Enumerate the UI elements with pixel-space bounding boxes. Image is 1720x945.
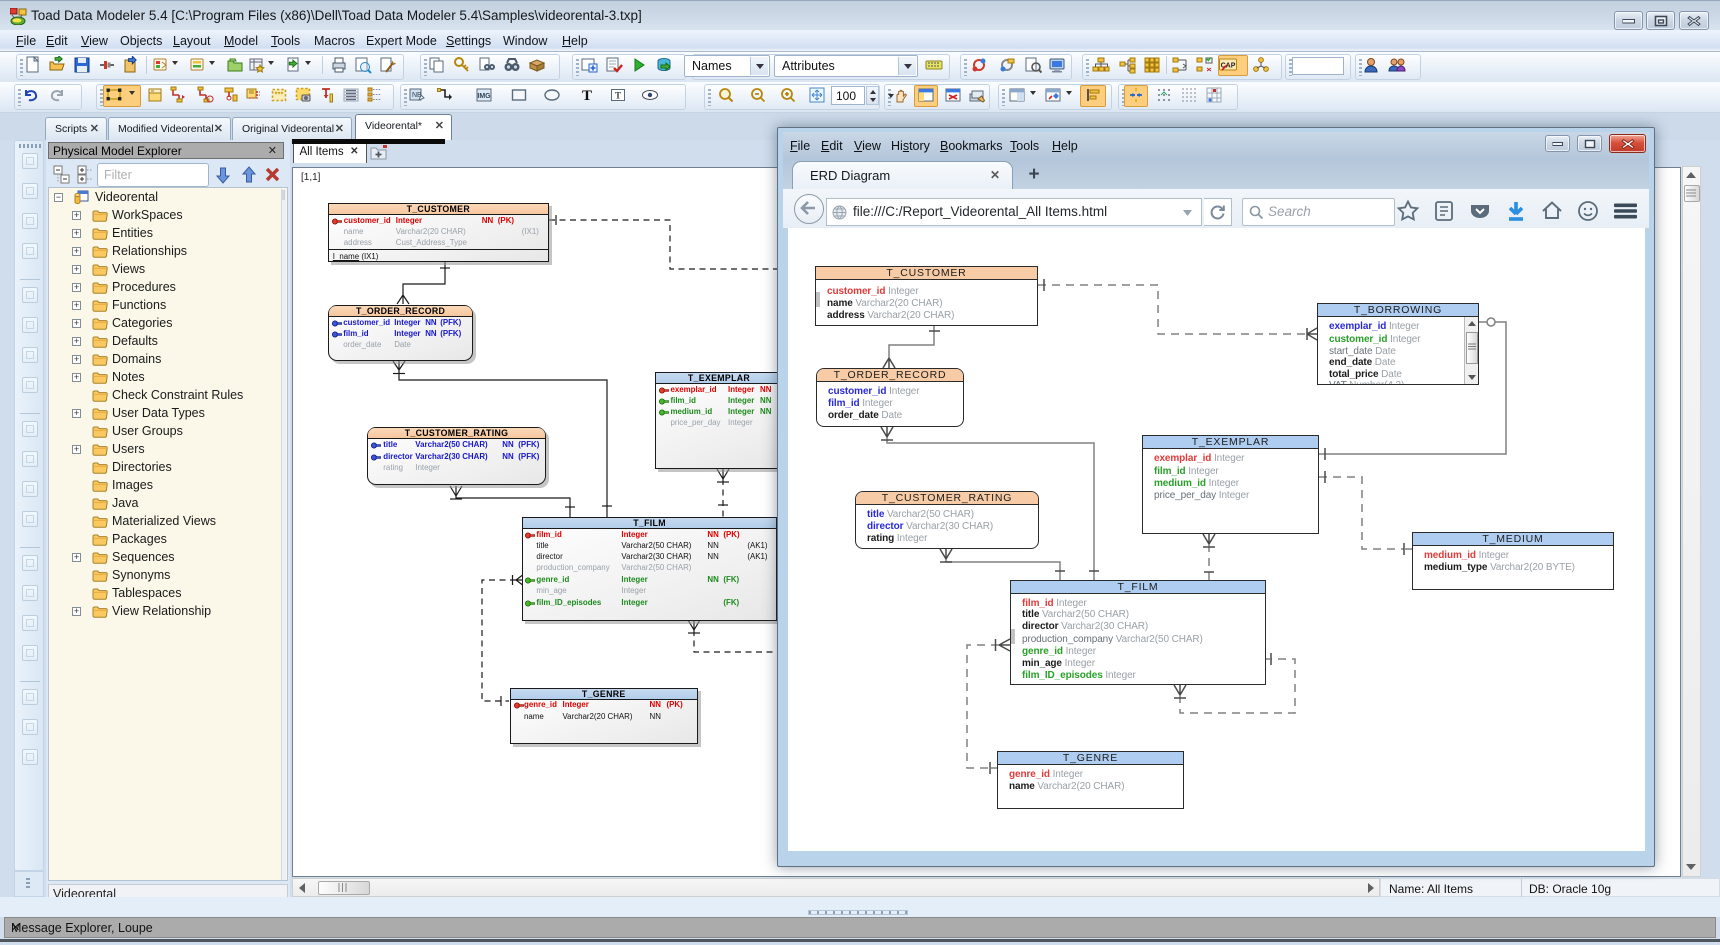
svg-text:T: T (615, 91, 621, 101)
svg-text:IMG: IMG (477, 93, 491, 100)
svg-text:NB: NB (412, 92, 422, 99)
svg-text:T: T (582, 88, 592, 104)
